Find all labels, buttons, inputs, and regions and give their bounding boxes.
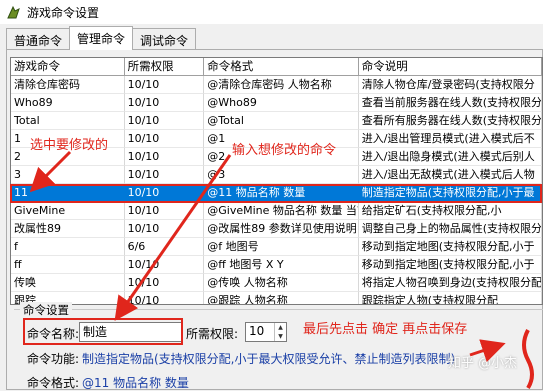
cell-permission: 10/10: [124, 274, 205, 292]
cell-description: 给指定矿石(支持权限分配,小: [358, 202, 542, 220]
tab-normal-commands[interactable]: 普通命令: [6, 28, 71, 50]
cell-format: @清除仓库密码 人物名称: [204, 76, 359, 94]
cell-command: 传唤: [11, 274, 125, 292]
cell-format: @GiveMine 物品名称 数量 当前: [204, 202, 359, 220]
spinner-down-icon[interactable]: ▼: [275, 332, 286, 341]
spinner-buttons: ▲ ▼: [274, 323, 286, 341]
table-row[interactable]: 3 10/10 @3 进入/退出无敌模式(进入模式后人物: [11, 166, 542, 184]
cell-description: 进入/退出管理员模式(进入模式后不: [358, 130, 542, 148]
permission-label: 所需权限:: [186, 327, 239, 341]
table-row[interactable]: Total 10/10 @Total 查看所有服务器在线人数(支持权限分: [11, 112, 542, 130]
permission-spinner[interactable]: 10 ▲ ▼: [245, 322, 287, 342]
cell-permission: 10/10: [124, 76, 205, 94]
cell-permission: 6/6: [124, 238, 205, 256]
cell-permission: 10/10: [124, 148, 205, 166]
cell-command: GiveMine: [11, 202, 125, 220]
select-hint-callout: 选中要修改的: [30, 138, 109, 153]
cell-description: 进入/退出隐身模式(进入模式后别人: [358, 148, 542, 166]
cell-format: @跟踪 人物名称: [204, 292, 359, 304]
cell-command: Who89: [11, 94, 125, 112]
table-header: 游戏命令 所需权限 命令格式 命令说明: [11, 58, 542, 76]
save-hint-callout: 最后先点击 确定 再点击保存: [303, 322, 468, 337]
cell-description: 将指定人物召唤到身边(支持权限分配: [358, 274, 542, 292]
command-table[interactable]: 游戏命令 所需权限 命令格式 命令说明 清除仓库密码 10/10 @清除仓库密码 人…: [10, 57, 543, 305]
name-input-highlight: [23, 318, 183, 345]
column-header-description[interactable]: 命令说明: [358, 58, 542, 76]
cell-command: 3: [11, 166, 125, 184]
column-header-permission[interactable]: 所需权限: [124, 58, 205, 76]
table-row[interactable]: 改属性89 10/10 @改属性89 参数详见使用说明 调整自己身上的物品属性(支持权…: [11, 220, 542, 238]
command-function-label: 命令功能:: [27, 352, 80, 366]
window-title: 游戏命令设置: [27, 5, 100, 20]
game-command-settings-window: 游戏命令设置 普通命令 管理命令 调试命令 游戏命令 所需权限 命令格式 命令说…: [0, 0, 543, 390]
title-bar: 游戏命令设置: [0, 0, 543, 24]
permission-value: 10: [249, 324, 265, 338]
cell-format: @传唤 人物名称: [204, 274, 359, 292]
watermark: 知乎 @小杰: [448, 356, 518, 371]
tab-admin-commands[interactable]: 管理命令: [69, 26, 134, 50]
table-row[interactable]: f 6/6 @f 地图号 移动到指定地图(支持权限分配,小于: [11, 238, 542, 256]
cell-command: ff: [11, 256, 125, 274]
cell-format: @3: [204, 166, 359, 184]
table-row[interactable]: 清除仓库密码 10/10 @清除仓库密码 人物名称 清除人物仓库/登录密码(支持权限分: [11, 76, 542, 94]
cell-permission: 10/10: [124, 220, 205, 238]
cell-description: 跟踪指定人物(支持权限分配: [359, 292, 542, 304]
cell-description: 进入/退出无敌模式(进入模式后人物: [358, 166, 542, 184]
cell-command: 清除仓库密码: [11, 76, 125, 94]
column-header-format[interactable]: 命令格式: [204, 58, 359, 76]
tab-debug-commands[interactable]: 调试命令: [132, 28, 197, 50]
cell-format: @改属性89 参数详见使用说明: [204, 220, 359, 238]
cell-permission: 10/10: [124, 256, 205, 274]
column-header-command[interactable]: 游戏命令: [11, 58, 125, 76]
cell-permission: 10/10: [124, 202, 205, 220]
cell-permission: 10/10: [125, 292, 205, 304]
cell-format: @ff 地图号 X Y: [204, 256, 359, 274]
cell-format: @f 地图号: [204, 238, 359, 256]
spinner-up-icon[interactable]: ▲: [275, 323, 286, 332]
cell-command: f: [11, 238, 125, 256]
command-function-value: 制造指定物品(支持权限分配,小于最大权限受允许、禁止制造列表限制): [82, 352, 456, 366]
tab-strip: 普通命令 管理命令 调试命令: [6, 26, 197, 50]
table-row[interactable]: ff 10/10 @ff 地图号 X Y 移动到指定地图(支持权限分配,小于: [11, 256, 542, 274]
command-format-value: @11 物品名称 数量: [82, 376, 189, 390]
group-title: 命令设置: [20, 302, 72, 318]
cell-permission: 10/10: [124, 112, 205, 130]
cell-description: 移动到指定地图(支持权限分配,小于: [358, 256, 542, 274]
command-format-label: 命令格式:: [27, 376, 80, 390]
cell-command: 改属性89: [11, 220, 125, 238]
cell-description: 查看当前服务器在线人数(支持权限分: [358, 94, 542, 112]
cell-permission: 10/10: [124, 166, 205, 184]
cell-permission: 10/10: [124, 94, 205, 112]
table-row[interactable]: 跟踪 10/10 @跟踪 人物名称 跟踪指定人物(支持权限分配: [11, 292, 542, 304]
table-row[interactable]: 传唤 10/10 @传唤 人物名称 将指定人物召唤到身边(支持权限分配: [11, 274, 542, 292]
cell-description: 调整自己身上的物品属性(支持权限分: [358, 220, 542, 238]
input-hint-callout: 输入想修改的命令: [232, 143, 337, 158]
cell-format: @Total: [204, 112, 359, 130]
cell-format: @Who89: [204, 94, 359, 112]
table-row[interactable]: Who89 10/10 @Who89 查看当前服务器在线人数(支持权限分: [11, 94, 542, 112]
cell-permission: 10/10: [124, 130, 205, 148]
cell-command: Total: [11, 112, 125, 130]
selected-row-highlight: [10, 184, 542, 203]
app-icon: [7, 5, 20, 18]
cell-description: 清除人物仓库/登录密码(支持权限分: [358, 76, 542, 94]
table-row[interactable]: GiveMine 10/10 @GiveMine 物品名称 数量 当前 给指定矿石(支…: [11, 202, 542, 220]
cell-description: 移动到指定地图(支持权限分配,小于: [358, 238, 542, 256]
cell-description: 查看所有服务器在线人数(支持权限分: [358, 112, 542, 130]
